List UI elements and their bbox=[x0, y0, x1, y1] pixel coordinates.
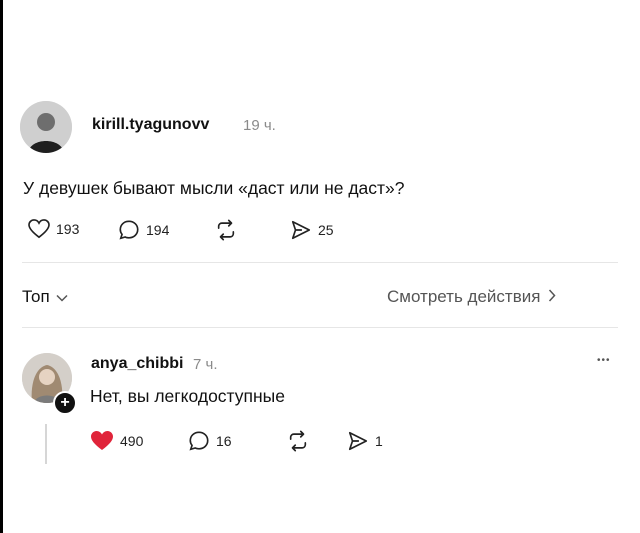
repost-button[interactable] bbox=[215, 219, 237, 241]
divider-bottom bbox=[22, 327, 618, 328]
reply-time: 7 ч. bbox=[193, 356, 218, 373]
share-button[interactable]: 25 bbox=[290, 219, 334, 241]
author-username[interactable]: kirill.tyagunovv bbox=[92, 116, 209, 134]
reply-comment-button[interactable]: 16 bbox=[188, 430, 232, 452]
post-text: У девушек бывают мысли «даст или не даст… bbox=[23, 178, 405, 198]
chevron-down-icon bbox=[56, 287, 68, 307]
comment-button[interactable]: 194 bbox=[118, 219, 169, 241]
share-count: 25 bbox=[318, 222, 334, 238]
follow-plus-icon[interactable]: + bbox=[53, 391, 77, 415]
view-activity-label: Смотреть действия bbox=[387, 287, 541, 306]
reply-like-button[interactable]: 490 bbox=[90, 430, 143, 452]
reply-comment-count: 16 bbox=[216, 433, 232, 449]
reply-share-count: 1 bbox=[375, 433, 383, 449]
repost-icon bbox=[287, 430, 309, 452]
like-button[interactable]: 193 bbox=[28, 219, 79, 239]
author-avatar[interactable] bbox=[20, 101, 72, 153]
like-count: 193 bbox=[56, 221, 80, 237]
reply-like-count: 490 bbox=[120, 433, 144, 449]
share-icon bbox=[347, 430, 369, 452]
thread-post: kirill.tyagunovv 19 ч. У девушек бывают … bbox=[0, 0, 640, 533]
comment-icon bbox=[188, 430, 210, 452]
reply-text: Нет, вы легкодоступные bbox=[90, 386, 285, 406]
view-activity-link[interactable]: Смотреть действия bbox=[387, 287, 556, 307]
more-icon[interactable]: ••• bbox=[597, 355, 611, 366]
heart-icon bbox=[90, 430, 114, 452]
post-time: 19 ч. bbox=[243, 117, 276, 134]
comment-count: 194 bbox=[146, 222, 170, 238]
divider-top bbox=[22, 262, 618, 263]
share-icon bbox=[290, 219, 312, 241]
heart-icon bbox=[28, 219, 50, 239]
chevron-right-icon bbox=[548, 287, 556, 307]
reply-username[interactable]: anya_chibbi bbox=[91, 355, 183, 373]
thread-line bbox=[45, 424, 47, 464]
comment-icon bbox=[118, 219, 140, 241]
reply-share-button[interactable]: 1 bbox=[347, 430, 383, 452]
repost-icon bbox=[215, 219, 237, 241]
reply-repost-button[interactable] bbox=[287, 430, 309, 452]
sort-label: Топ bbox=[22, 287, 50, 306]
sort-dropdown[interactable]: Топ bbox=[22, 287, 68, 307]
